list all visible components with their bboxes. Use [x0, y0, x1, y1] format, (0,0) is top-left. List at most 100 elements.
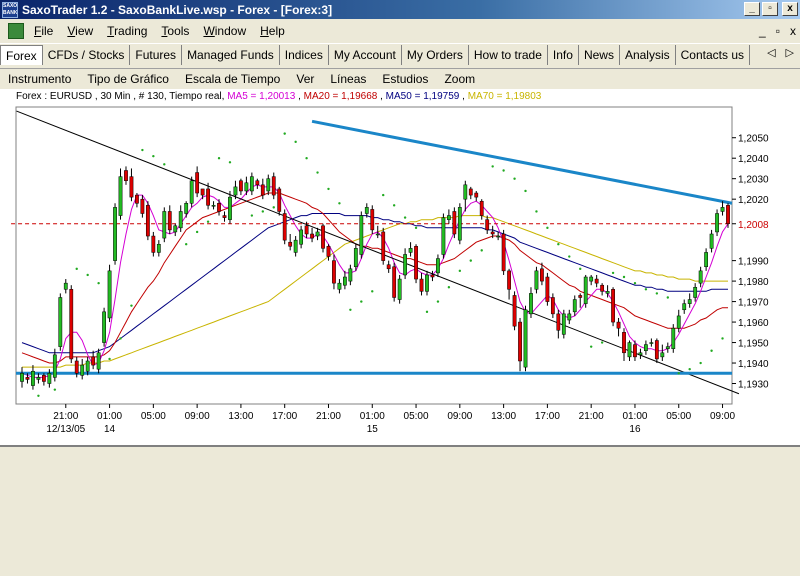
close-button[interactable]: x — [782, 2, 798, 16]
x-tick-label: 17:00 — [272, 411, 297, 422]
candle — [359, 215, 364, 255]
menu-tools[interactable]: Tools — [161, 24, 189, 38]
title-bar[interactable]: SAXO BANK SaxoTrader 1.2 - SaxoBankLive.… — [0, 0, 800, 19]
menu-help[interactable]: Help — [260, 24, 285, 38]
candle — [107, 270, 112, 319]
mdi-close-button[interactable]: x — [790, 24, 796, 38]
sar-dot — [75, 267, 78, 271]
price-chart[interactable]: 1,2050 1,2040 1,2030 1,2020 1,2008 1,1990 1,19… — [0, 105, 800, 445]
candle — [233, 186, 238, 196]
candle — [578, 295, 583, 298]
ma5-legend: MA5 = 1,20013 — [227, 91, 296, 102]
sar-dot — [480, 249, 483, 252]
menu-window[interactable]: Window — [203, 24, 246, 38]
menu-tipo-de-grafico[interactable]: Tipo de Gráfico — [87, 72, 169, 86]
candle — [135, 194, 139, 204]
tab-my-account[interactable]: My Account — [329, 44, 402, 65]
candle — [375, 233, 380, 236]
candle — [96, 352, 101, 370]
tab-futures[interactable]: Futures — [130, 44, 183, 65]
candle — [189, 180, 194, 204]
tab-cfds-stocks[interactable]: CFDs / Stocks — [43, 44, 131, 65]
candle — [74, 360, 79, 374]
menu-zoom[interactable]: Zoom — [444, 72, 475, 86]
sar-dot — [371, 290, 374, 293]
plot-frame — [15, 106, 733, 405]
candle — [386, 264, 391, 270]
candle — [206, 188, 210, 206]
menu-escala-de-tiempo[interactable]: Escala de Tiempo — [185, 72, 280, 86]
menu-file[interactable]: File — [34, 24, 53, 38]
tab-managed-funds[interactable]: Managed Funds — [182, 44, 280, 65]
sar-dot — [195, 230, 199, 234]
candle — [266, 178, 271, 192]
candle — [304, 225, 309, 235]
candle — [572, 299, 577, 313]
x-tick-label: 01:00 — [97, 411, 122, 422]
candle — [490, 231, 495, 235]
candle — [501, 233, 506, 272]
scroll-left-icon[interactable]: ◁ — [767, 46, 775, 59]
candle — [403, 254, 407, 276]
candle — [228, 196, 232, 220]
logo-text: SAXO BANK — [3, 2, 18, 16]
sar-dot — [184, 243, 188, 246]
candle — [288, 241, 293, 247]
candle — [20, 373, 24, 382]
candle — [550, 297, 555, 315]
tab-my-orders[interactable]: My Orders — [402, 44, 469, 65]
sar-dot — [589, 345, 593, 348]
candle — [145, 205, 150, 237]
tab-how-to-trade[interactable]: How to trade — [469, 44, 548, 65]
candle — [715, 213, 719, 233]
candle — [545, 276, 550, 302]
tab-news[interactable]: News — [579, 44, 620, 65]
menu-lineas[interactable]: Líneas — [330, 72, 366, 86]
mdi-minimize-button[interactable]: _ — [759, 24, 766, 38]
mdi-restore-button[interactable]: ▫ — [776, 24, 780, 38]
chart-area[interactable]: 1,2050 1,2040 1,2030 1,2020 1,2008 1,1990 1,19… — [0, 105, 800, 445]
tab-forex[interactable]: Forex — [0, 44, 43, 65]
candle — [665, 346, 670, 349]
candle — [151, 235, 156, 253]
candle — [321, 225, 325, 249]
menu-estudios[interactable]: Estudios — [382, 72, 428, 86]
tab-indices[interactable]: Indices — [280, 44, 329, 65]
y-tick-label: 1,2020 — [738, 195, 769, 206]
candle — [457, 207, 462, 241]
sar-dot — [37, 394, 40, 398]
candle — [698, 270, 703, 284]
candle — [58, 297, 63, 347]
sar-dot — [206, 220, 210, 223]
tab-contacts-us[interactable]: Contacts us — [676, 44, 751, 65]
candle — [534, 270, 539, 290]
document-icon[interactable] — [8, 23, 24, 39]
candle — [616, 321, 621, 329]
candle — [726, 205, 730, 225]
y-tick-label: 1,2050 — [738, 134, 769, 145]
menu-view[interactable]: View — [67, 24, 93, 38]
tab-info[interactable]: Info — [548, 44, 579, 65]
menu-trading[interactable]: Trading — [107, 24, 147, 38]
sar-dot — [524, 189, 527, 193]
sar-dot — [382, 193, 385, 197]
candle — [370, 209, 375, 231]
x-tick-label: 21:00 — [579, 411, 604, 422]
menu-ver[interactable]: Ver — [296, 72, 314, 86]
tab-analysis[interactable]: Analysis — [620, 44, 676, 65]
maximize-button[interactable]: ▫ — [762, 2, 778, 16]
minimize-button[interactable]: _ — [744, 2, 760, 16]
candle — [211, 205, 216, 207]
sar-dot — [261, 210, 265, 213]
candle — [529, 293, 533, 315]
sar-dot — [699, 361, 702, 365]
candle — [184, 203, 189, 214]
candle — [52, 354, 57, 378]
menu-instrumento[interactable]: Instrumento — [8, 72, 71, 86]
candle — [419, 278, 424, 292]
sar-dot — [721, 337, 724, 340]
scroll-right-icon[interactable]: ▷ — [786, 46, 794, 59]
candle — [644, 344, 648, 351]
candle — [556, 313, 561, 331]
sar-dot — [655, 292, 659, 295]
